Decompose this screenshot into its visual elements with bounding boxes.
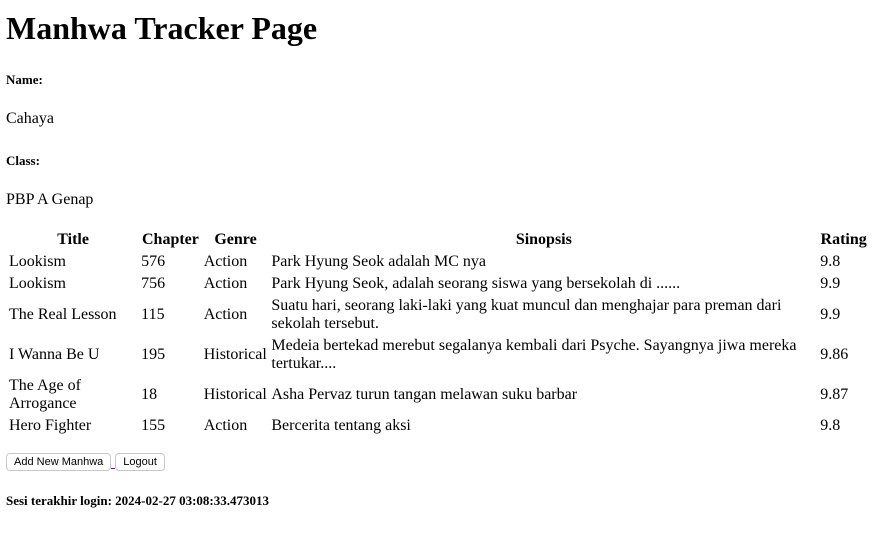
cell-title: The Real Lesson [9,306,117,323]
header-genre: Genre [214,231,257,248]
header-chapter: Chapter [141,231,199,248]
cell-title: Hero Fighter [9,417,92,434]
last-login-text: Sesi terakhir login: 2024-02-27 03:08:33… [6,493,269,508]
cell-sinopsis: Suatu hari, seorang laki-laki yang kuat … [271,297,782,332]
table-row: Hero Fighter 155 Action Bercerita tentan… [8,416,868,436]
cell-genre: Action [203,306,248,323]
cell-chapter: 576 [141,253,166,270]
logout-button[interactable]: Logout [115,453,165,471]
manhwa-table: Title Chapter Genre Sinopsis Rating Look… [6,228,870,438]
cell-genre: Historical [203,346,267,363]
cell-chapter: 155 [141,417,166,434]
add-new-manhwa-button[interactable]: Add New Manhwa [6,453,112,471]
cell-rating: 9.86 [820,346,849,363]
cell-sinopsis: Park Hyung Seok, adalah seorang siswa ya… [271,275,681,292]
cell-title: I Wanna Be U [9,346,100,363]
cell-sinopsis: Bercerita tentang aksi [271,417,411,434]
table-row: Lookism 756 Action Park Hyung Seok, adal… [8,274,868,294]
cell-title: Lookism [9,275,66,292]
page-title: Manhwa Tracker Page [6,10,318,46]
cell-chapter: 195 [141,346,166,363]
cell-chapter: 18 [141,386,158,403]
cell-rating: 9.9 [820,306,841,323]
cell-sinopsis: Asha Pervaz turun tangan melawan suku ba… [271,386,578,403]
header-rating: Rating [820,231,867,248]
cell-chapter: 756 [141,275,166,292]
class-value: PBP A Genap [6,191,94,208]
cell-chapter: 115 [141,306,165,323]
cell-rating: 9.8 [820,417,841,434]
table-row: The Age of Arrogance 18 Historical Asha … [8,376,868,414]
cell-rating: 9.87 [820,386,849,403]
table-header-row: Title Chapter Genre Sinopsis Rating [8,230,868,250]
header-title: Title [57,231,89,248]
cell-genre: Action [203,253,248,270]
table-row: The Real Lesson 115 Action Suatu hari, s… [8,296,868,334]
cell-sinopsis: Park Hyung Seok adalah MC nya [271,253,487,270]
cell-title: Lookism [9,253,66,270]
table-row: I Wanna Be U 195 Historical Medeia berte… [8,336,868,374]
cell-sinopsis: Medeia bertekad merebut segalanya kembal… [271,337,797,372]
cell-rating: 9.8 [820,253,841,270]
cell-genre: Action [203,417,248,434]
cell-title: The Age of Arrogance [9,377,81,412]
table-row: Lookism 576 Action Park Hyung Seok adala… [8,252,868,272]
header-sinopsis: Sinopsis [515,231,572,248]
action-buttons: Add New Manhwa Logout [6,453,866,471]
class-label: Class: [6,153,40,168]
cell-rating: 9.9 [820,275,841,292]
name-value: Cahaya [6,110,54,127]
name-label: Name: [6,72,43,87]
cell-genre: Action [203,275,248,292]
cell-genre: Historical [203,386,267,403]
